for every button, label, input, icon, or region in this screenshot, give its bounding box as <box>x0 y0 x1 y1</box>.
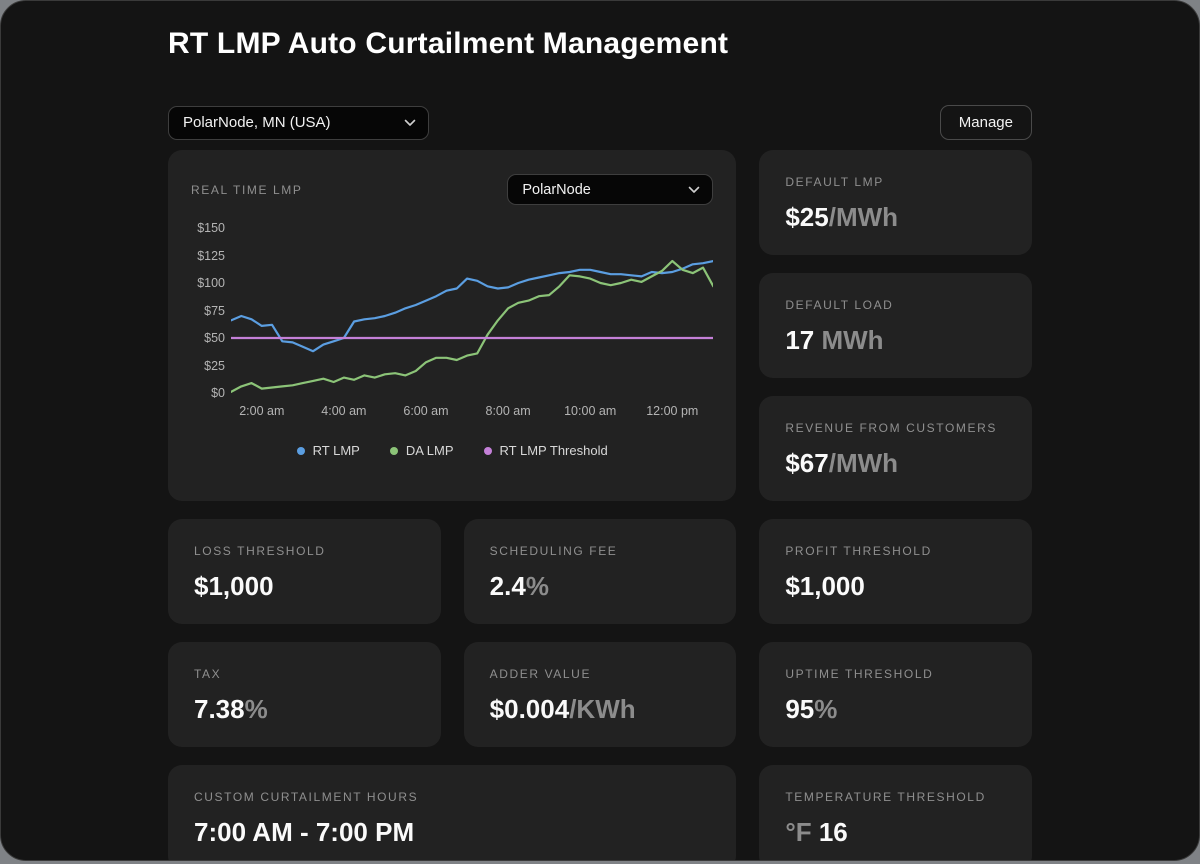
card-value: $0.004/KWh <box>490 694 711 725</box>
profit-threshold-card: PROFIT THRESHOLD $1,000 <box>759 519 1032 624</box>
legend-label: DA LMP <box>406 443 454 458</box>
y-axis-tick: $150 <box>197 220 225 236</box>
legend-item-da-lmp: DA LMP <box>390 443 454 458</box>
y-axis-tick: $125 <box>197 248 225 264</box>
custom-curtailment-hours-card: CUSTOM CURTAILMENT HOURS 7:00 AM - 7:00 … <box>168 765 736 861</box>
chart-plot <box>231 227 713 394</box>
card-value: $1,000 <box>194 571 415 602</box>
y-axis-tick: $25 <box>204 358 225 374</box>
legend-label: RT LMP Threshold <box>500 443 608 458</box>
card-value: 2.4% <box>490 571 711 602</box>
legend-item-rt-lmp: RT LMP <box>297 443 360 458</box>
card-label: CUSTOM CURTAILMENT HOURS <box>194 790 710 804</box>
legend-dot-icon <box>297 447 305 455</box>
chart-header: REAL TIME LMP PolarNode <box>191 174 713 205</box>
card-label: DEFAULT LMP <box>785 175 1006 189</box>
node-select-value: PolarNode <box>522 182 591 198</box>
chevron-down-icon <box>404 119 416 127</box>
card-label: LOSS THRESHOLD <box>194 544 415 558</box>
tax-card: TAX 7.38% <box>168 642 441 747</box>
temperature-threshold-card: TEMPERATURE THRESHOLD °F 16 <box>759 765 1032 861</box>
card-value: 7:00 AM - 7:00 PM <box>194 817 710 848</box>
card-label: DEFAULT LOAD <box>785 298 1006 312</box>
card-value: 17 MWh <box>785 325 1006 356</box>
card-label: TEMPERATURE THRESHOLD <box>785 790 1006 804</box>
y-axis-tick: $75 <box>204 303 225 319</box>
x-axis-tick: 4:00 am <box>321 404 366 418</box>
controls-row: PolarNode, MN (USA) Manage <box>168 105 1032 140</box>
chevron-down-icon <box>688 186 700 194</box>
uptime-threshold-card: UPTIME THRESHOLD 95% <box>759 642 1032 747</box>
app-window: RT LMP Auto Curtailment Management Polar… <box>0 0 1200 861</box>
chart-legend: RT LMP DA LMP RT LMP Threshold <box>191 443 713 458</box>
card-value: 7.38% <box>194 694 415 725</box>
card-label: REVENUE FROM CUSTOMERS <box>785 421 1006 435</box>
card-value: $67/MWh <box>785 448 1006 479</box>
y-axis-tick: $50 <box>204 330 225 346</box>
x-axis-tick: 8:00 am <box>485 404 530 418</box>
x-axis-tick: 6:00 am <box>403 404 448 418</box>
chart-title: REAL TIME LMP <box>191 183 303 197</box>
x-axis-tick: 12:00 pm <box>646 404 698 418</box>
legend-dot-icon <box>390 447 398 455</box>
manage-button[interactable]: Manage <box>940 105 1032 140</box>
dashboard-grid: REAL TIME LMP PolarNode $150 $125 $100 $75 $… <box>168 150 1032 861</box>
default-load-card: DEFAULT LOAD 17 MWh <box>759 273 1032 378</box>
region-select[interactable]: PolarNode, MN (USA) <box>168 106 429 140</box>
revenue-from-customers-card: REVENUE FROM CUSTOMERS $67/MWh <box>759 396 1032 501</box>
card-value: 95% <box>785 694 1006 725</box>
card-label: SCHEDULING FEE <box>490 544 711 558</box>
adder-value-card: ADDER VALUE $0.004/KWh <box>464 642 737 747</box>
scheduling-fee-card: SCHEDULING FEE 2.4% <box>464 519 737 624</box>
node-select[interactable]: PolarNode <box>507 174 713 205</box>
lmp-chart-svg <box>231 227 713 394</box>
card-label: UPTIME THRESHOLD <box>785 667 1006 681</box>
card-label: ADDER VALUE <box>490 667 711 681</box>
y-axis-tick: $0 <box>211 385 225 401</box>
region-select-value: PolarNode, MN (USA) <box>183 114 331 131</box>
legend-dot-icon <box>484 447 492 455</box>
x-axis-tick: 10:00 am <box>564 404 616 418</box>
card-value: °F 16 <box>785 817 1006 848</box>
real-time-lmp-chart-card: REAL TIME LMP PolarNode $150 $125 $100 $75 $… <box>168 150 736 501</box>
page-title: RT LMP Auto Curtailment Management <box>168 27 1032 61</box>
chart-body: $150$125$100$75$50$25$0 <box>191 227 713 394</box>
x-axis: 2:00 am 4:00 am 6:00 am 8:00 am 10:00 am 12:0… <box>231 404 713 422</box>
y-axis: $150$125$100$75$50$25$0 <box>191 227 231 394</box>
card-label: PROFIT THRESHOLD <box>785 544 1006 558</box>
loss-threshold-card: LOSS THRESHOLD $1,000 <box>168 519 441 624</box>
legend-item-rt-lmp-threshold: RT LMP Threshold <box>484 443 608 458</box>
y-axis-tick: $100 <box>197 275 225 291</box>
default-lmp-card: DEFAULT LMP $25/MWh <box>759 150 1032 255</box>
card-label: TAX <box>194 667 415 681</box>
card-value: $1,000 <box>785 571 1006 602</box>
card-value: $25/MWh <box>785 202 1006 233</box>
legend-label: RT LMP <box>313 443 360 458</box>
x-axis-tick: 2:00 am <box>239 404 284 418</box>
